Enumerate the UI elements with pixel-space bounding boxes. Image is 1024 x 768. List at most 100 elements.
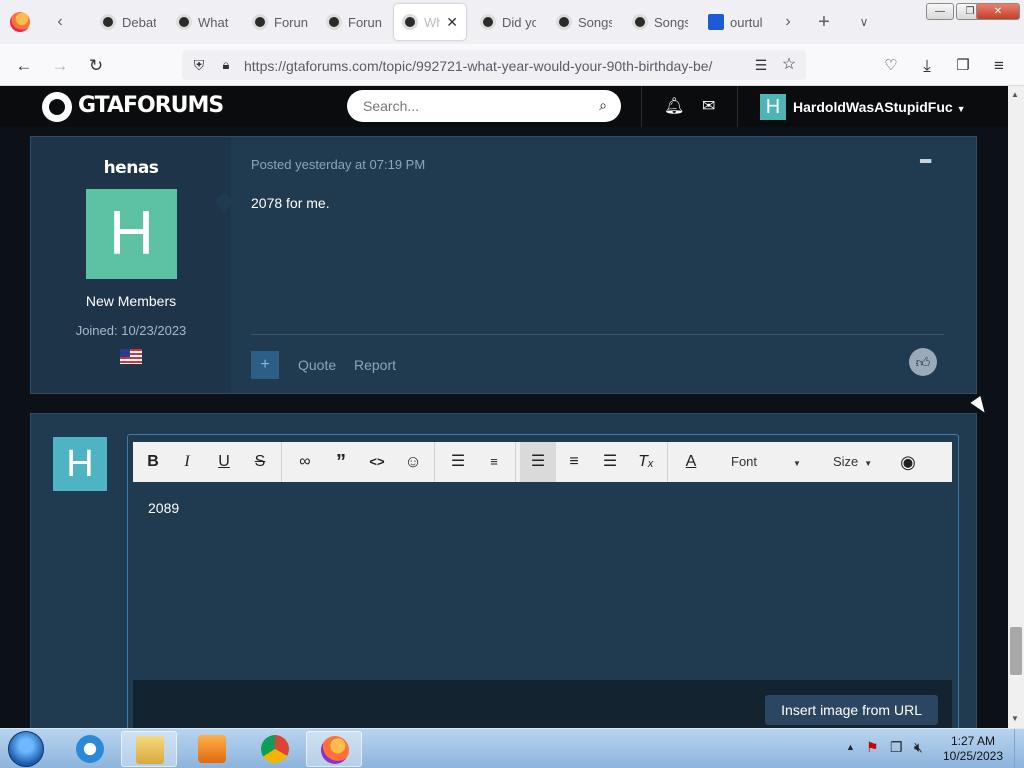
scrollbar-thumb[interactable] [1010, 627, 1022, 675]
reaction-icon[interactable]: 👍︎ [909, 348, 937, 376]
system-clock[interactable]: 1:27 AM 10/25/2023 [940, 734, 1006, 764]
show-hidden-icons-icon[interactable]: ▲ [846, 742, 855, 752]
multiquote-button[interactable]: + [251, 351, 279, 379]
gtaforums-favicon-icon [480, 14, 496, 30]
underline-icon[interactable]: U [206, 442, 242, 482]
tab-8[interactable]: Songs [624, 4, 696, 40]
tab-scroll-right-icon[interactable]: › [778, 12, 798, 32]
tab-scroll-left-icon[interactable]: ‹ [50, 12, 70, 32]
pocket-icon[interactable]: ♡ [880, 55, 902, 77]
taskbar-firefox[interactable] [306, 731, 362, 767]
forum-post: henas H New Members Joined: 10/23/2023 P… [30, 136, 977, 394]
search-input[interactable]: Search... [363, 98, 419, 114]
taskbar-chrome[interactable] [247, 731, 303, 767]
user-menu[interactable]: HardoldWasAStupidFuc ▼ [793, 99, 966, 115]
post-author-panel: henas H New Members Joined: 10/23/2023 [31, 137, 231, 393]
url-path: /topic/992721-what-year-would-your-90th-… [378, 58, 713, 74]
tracking-protection-icon[interactable]: ⛨ [188, 54, 210, 76]
action-center-flag-icon[interactable]: ⚑ [866, 739, 879, 756]
search-icon[interactable]: ⌕ [599, 97, 607, 114]
list-all-tabs-icon[interactable]: ∨ [854, 12, 874, 32]
url-host: https://gtaforums.com [244, 58, 379, 74]
align-right-icon[interactable]: ☰ [592, 442, 628, 482]
header-divider [737, 86, 738, 127]
gtaforums-favicon-icon [326, 14, 342, 30]
start-button[interactable] [8, 731, 44, 767]
link-icon[interactable]: ∞ [287, 442, 323, 482]
caret-down-icon: ▼ [793, 459, 801, 468]
scroll-down-icon[interactable]: ▼ [1011, 714, 1019, 723]
reload-icon[interactable]: ↻ [85, 55, 107, 77]
strikethrough-icon[interactable]: S [242, 442, 278, 482]
tab-9[interactable]: ourtul [700, 4, 772, 40]
notifications-bell-icon[interactable]: 🔔︎ [664, 96, 684, 116]
tab-4[interactable]: Forun [318, 4, 390, 40]
code-icon[interactable]: <> [359, 442, 395, 482]
font-dropdown[interactable]: Font ▼ [731, 442, 801, 482]
editor-content[interactable]: 2089 [148, 500, 179, 516]
app-menu-icon[interactable]: ≡ [988, 55, 1010, 77]
insert-image-url-button[interactable]: Insert image from URL [765, 695, 938, 725]
browser-tab-bar: ‹ Debat What Forun Forun Wh ✕ Did yo Son… [0, 0, 1024, 44]
tab-3[interactable]: Forun [244, 4, 316, 40]
downloads-icon[interactable]: ⤓ [916, 55, 938, 77]
size-dropdown[interactable]: Size ▼ [833, 442, 872, 482]
minimize-window-button[interactable]: — [926, 3, 954, 20]
tab-close-icon[interactable]: ✕ [446, 14, 458, 31]
emoji-icon[interactable]: ☺ [395, 442, 431, 482]
tab-2[interactable]: What [168, 4, 240, 40]
tab-5-active[interactable]: Wh ✕ [394, 4, 466, 40]
forward-icon[interactable]: → [49, 55, 71, 77]
show-desktop-button[interactable] [1014, 729, 1024, 768]
volume-muted-icon[interactable]: 🔇︎ [914, 739, 923, 756]
taskbar-file-explorer[interactable] [121, 731, 177, 767]
tab-label: Songs [654, 14, 688, 30]
internet-explorer-icon [76, 735, 104, 763]
bookmark-star-icon[interactable]: ☆ [778, 54, 800, 76]
extensions-icon[interactable]: ❐ [952, 55, 974, 77]
numbered-list-icon[interactable]: ≡ [476, 442, 512, 482]
toolbar-divider [434, 442, 435, 482]
more-options-icon[interactable]: ▪▪▪ [919, 153, 932, 171]
page-scrollbar[interactable]: ▲ ▼ [1008, 86, 1024, 728]
url-text[interactable]: https://gtaforums.com/topic/992721-what-… [244, 58, 712, 74]
report-button[interactable]: Report [354, 357, 396, 373]
bulleted-list-icon[interactable]: ☰ [440, 442, 476, 482]
firefox-menu-icon[interactable] [10, 12, 30, 32]
gtaforums-logo-icon[interactable] [42, 92, 72, 122]
firefox-icon [321, 736, 349, 764]
tab-7[interactable]: Songs [548, 4, 620, 40]
lock-icon[interactable]: 🔒︎ [215, 54, 237, 76]
quote-icon[interactable]: ” [323, 442, 359, 482]
align-left-icon[interactable]: ☰ [520, 442, 556, 482]
scroll-up-icon[interactable]: ▲ [1011, 90, 1019, 99]
messages-envelope-icon[interactable]: ✉ [702, 96, 715, 116]
search-box[interactable]: Search... ⌕ [347, 90, 621, 122]
reader-view-icon[interactable]: ☰ [750, 54, 772, 76]
taskbar-internet-explorer[interactable] [62, 731, 118, 767]
tab-label: Forun [348, 14, 382, 30]
browser-nav-bar: ← → ↻ ⛨ 🔒︎ https://gtaforums.com/topic/9… [0, 44, 1024, 86]
address-bar[interactable]: ⛨ 🔒︎ https://gtaforums.com/topic/992721-… [182, 50, 806, 80]
italic-icon[interactable]: I [169, 442, 205, 482]
remove-format-icon[interactable]: Tₓ [628, 442, 664, 482]
tab-1[interactable]: Debat [92, 4, 164, 40]
post-date[interactable]: Posted yesterday at 07:19 PM [251, 157, 425, 172]
close-window-button[interactable]: ✕ [976, 3, 1020, 20]
taskbar-media-player[interactable] [184, 731, 240, 767]
user-avatar[interactable]: H [760, 94, 786, 120]
author-name[interactable]: henas [31, 158, 231, 178]
align-center-icon[interactable]: ≡ [556, 442, 592, 482]
tab-6[interactable]: Did yo [472, 4, 544, 40]
author-avatar[interactable]: H [86, 189, 177, 279]
quote-button[interactable]: Quote [298, 357, 336, 373]
file-explorer-icon [136, 736, 164, 764]
site-logo-text[interactable]: GTAFORUMS [78, 93, 224, 118]
rich-text-editor[interactable]: B I U S ∞ ” <> ☺ ☰ ≡ ☰ ≡ ☰ Tₓ A Font ▼ S… [127, 434, 959, 728]
network-icon[interactable]: ❐ [890, 739, 903, 756]
back-icon[interactable]: ← [13, 55, 35, 77]
bold-icon[interactable]: B [135, 442, 171, 482]
new-tab-icon[interactable]: + [814, 12, 834, 32]
text-color-icon[interactable]: A [673, 442, 709, 482]
preview-eye-icon[interactable]: ◉ [890, 442, 926, 482]
